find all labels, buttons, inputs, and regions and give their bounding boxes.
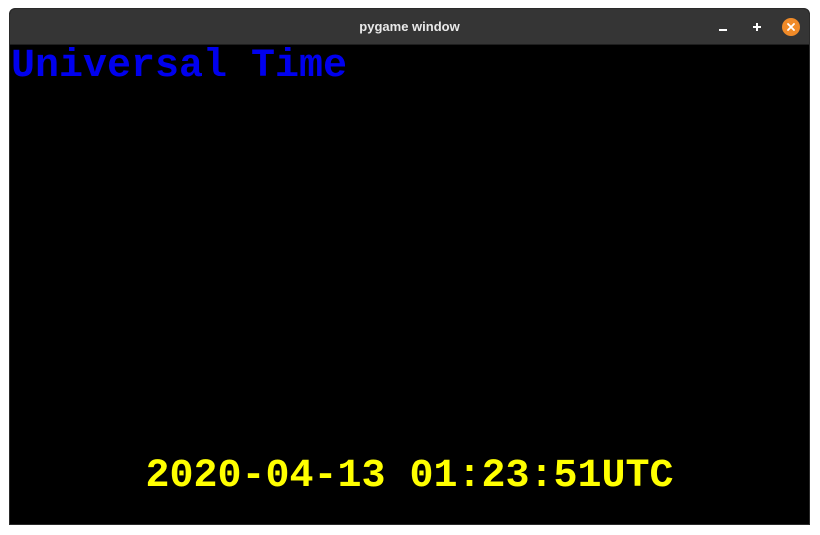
- close-icon: [787, 23, 795, 31]
- utc-clock-readout: 2020-04-13 01:23:51UTC: [145, 454, 674, 499]
- minimize-icon: [719, 29, 727, 31]
- window-controls: [713, 17, 801, 37]
- close-button-circle: [782, 18, 800, 36]
- maximize-icon: [753, 23, 761, 31]
- minimize-button[interactable]: [713, 17, 733, 37]
- maximize-button[interactable]: [747, 17, 767, 37]
- window-title: pygame window: [359, 19, 460, 34]
- universal-time-heading: Universal Time: [11, 44, 348, 89]
- title-bar[interactable]: pygame window: [10, 9, 809, 45]
- close-button[interactable]: [781, 17, 801, 37]
- pygame-window: pygame window Universal Time 2020-04-13 …: [9, 8, 810, 525]
- game-canvas[interactable]: Universal Time 2020-04-13 01:23:51UTC: [10, 45, 809, 524]
